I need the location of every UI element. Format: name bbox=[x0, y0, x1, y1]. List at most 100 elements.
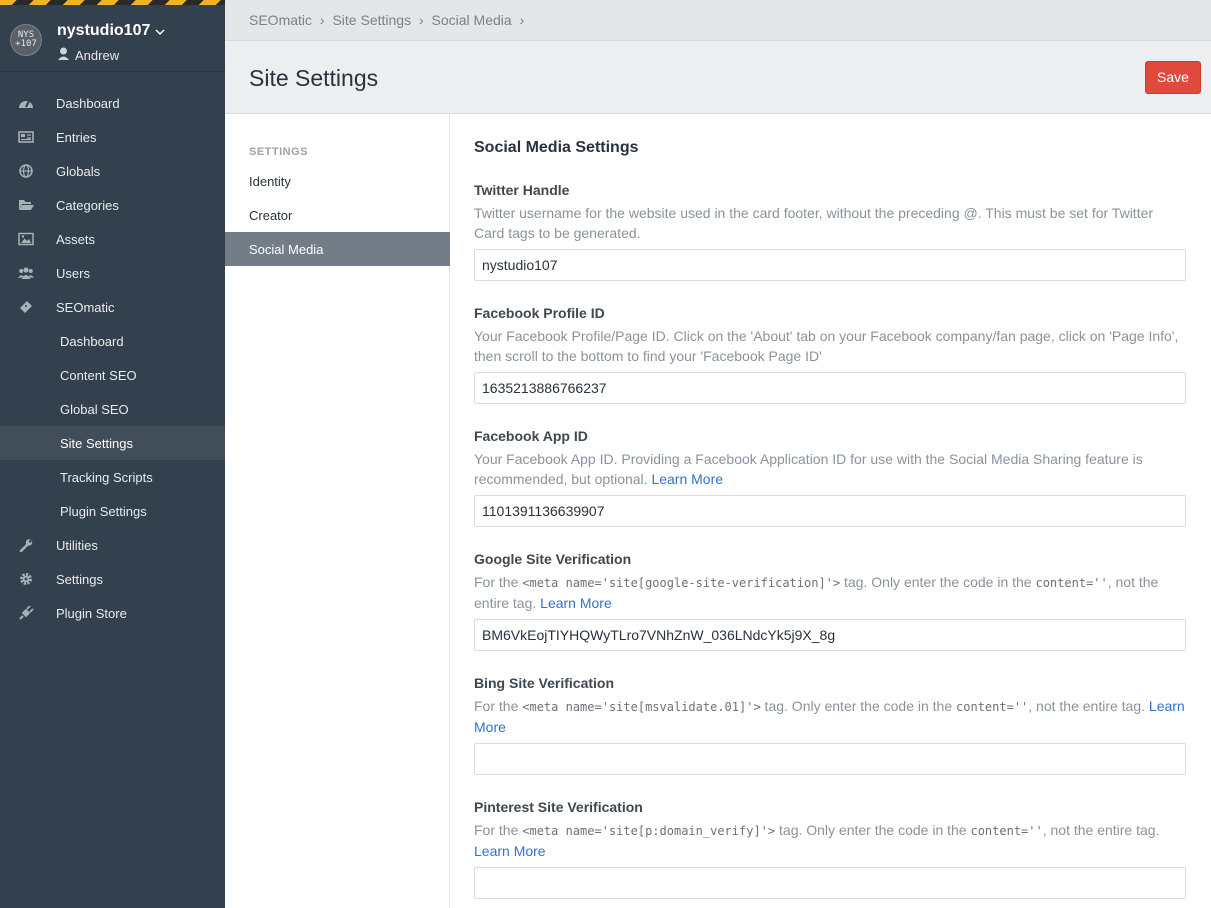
folder-open-icon bbox=[19, 200, 34, 210]
settings-content: Social Media Settings Twitter Handle Twi… bbox=[450, 114, 1211, 908]
nav-subitem-label: Content SEO bbox=[60, 368, 137, 383]
field-description: Your Facebook Profile/Page ID. Click on … bbox=[474, 328, 1179, 364]
field-twitter-handle: Twitter Handle Twitter username for the … bbox=[474, 182, 1186, 281]
plug-icon bbox=[19, 606, 34, 620]
subnav-item-label: Creator bbox=[249, 208, 293, 223]
field-bing-site-verification: Bing Site Verification For the <meta nam… bbox=[474, 675, 1186, 775]
subnav-item-label: Social Media bbox=[249, 242, 324, 257]
breadcrumb-separator: › bbox=[319, 12, 325, 28]
wrench-icon bbox=[19, 539, 33, 552]
facebook-profile-id-input[interactable] bbox=[474, 372, 1186, 404]
nav-item-dashboard[interactable]: Dashboard bbox=[0, 86, 225, 120]
desc-text: For the bbox=[474, 574, 523, 590]
subnav-item-social-media[interactable]: Social Media bbox=[225, 232, 450, 266]
learn-more-link[interactable]: Learn More bbox=[474, 843, 546, 859]
nav-subitem-plugin-settings[interactable]: Plugin Settings bbox=[0, 494, 225, 528]
main-nav: Dashboard Entries Globals Categories Ass… bbox=[0, 86, 225, 630]
page-header: Site Settings Save bbox=[225, 41, 1211, 114]
field-label: Bing Site Verification bbox=[474, 675, 615, 691]
nav-item-users[interactable]: Users bbox=[0, 256, 225, 290]
desc-text: , not the entire tag. bbox=[1028, 698, 1146, 714]
field-facebook-profile-id: Facebook Profile ID Your Facebook Profil… bbox=[474, 305, 1186, 404]
field-label: Pinterest Site Verification bbox=[474, 799, 643, 815]
nav-subitem-site-settings[interactable]: Site Settings bbox=[0, 426, 225, 460]
field-label: Twitter Handle bbox=[474, 182, 570, 198]
field-facebook-app-id: Facebook App ID Your Facebook App ID. Pr… bbox=[474, 428, 1186, 527]
breadcrumb-separator: › bbox=[519, 12, 525, 28]
field-description: For the <meta name='site[msvalidate.01]'… bbox=[474, 696, 1186, 737]
nav-item-plugin-store[interactable]: Plugin Store bbox=[0, 596, 225, 630]
google-site-verification-input[interactable] bbox=[474, 619, 1186, 651]
field-label: Facebook Profile ID bbox=[474, 305, 605, 321]
gear-icon bbox=[20, 573, 32, 585]
field-label: Google Site Verification bbox=[474, 551, 632, 567]
chevron-down-icon[interactable] bbox=[155, 27, 165, 37]
nav-subitem-label: Site Settings bbox=[60, 436, 133, 451]
site-name[interactable]: nystudio107 bbox=[57, 22, 150, 40]
subnav-heading: SETTINGS bbox=[249, 146, 309, 158]
save-button[interactable]: Save bbox=[1145, 61, 1201, 94]
nav-item-entries[interactable]: Entries bbox=[0, 120, 225, 154]
field-google-site-verification: Google Site Verification For the <meta n… bbox=[474, 551, 1186, 651]
breadcrumb-seomatic[interactable]: SEOmatic bbox=[249, 12, 312, 28]
nav-subitem-seomatic-dashboard[interactable]: Dashboard bbox=[0, 324, 225, 358]
desc-text: For the bbox=[474, 698, 523, 714]
user-icon bbox=[58, 47, 69, 60]
desc-code: content='' bbox=[970, 824, 1043, 838]
nav-item-label: Categories bbox=[56, 198, 119, 213]
nav-item-label: SEOmatic bbox=[56, 300, 115, 315]
nav-item-assets[interactable]: Assets bbox=[0, 222, 225, 256]
nav-subitem-content-seo[interactable]: Content SEO bbox=[0, 358, 225, 392]
field-label: Facebook App ID bbox=[474, 428, 588, 444]
newspaper-icon bbox=[18, 131, 34, 143]
field-description: Twitter username for the website used in… bbox=[474, 205, 1154, 241]
learn-more-link[interactable]: Learn More bbox=[651, 471, 723, 487]
desc-text: , not the entire tag. bbox=[1042, 822, 1160, 838]
image-icon bbox=[18, 232, 34, 246]
nav-subitem-label: Plugin Settings bbox=[60, 504, 147, 519]
desc-code: <meta name='site[google-site-verificatio… bbox=[522, 576, 841, 590]
nav-item-label: Utilities bbox=[56, 538, 98, 553]
nav-item-utilities[interactable]: Utilities bbox=[0, 528, 225, 562]
desc-text: tag. Only enter the code in the bbox=[775, 822, 971, 838]
nav-item-globals[interactable]: Globals bbox=[0, 154, 225, 188]
twitter-handle-input[interactable] bbox=[474, 249, 1186, 281]
user-name[interactable]: Andrew bbox=[75, 48, 119, 63]
desc-text: tag. Only enter the code in the bbox=[760, 698, 957, 714]
breadcrumb-bar: SEOmatic › Site Settings › Social Media … bbox=[225, 0, 1211, 41]
field-description: Your Facebook App ID. Providing a Facebo… bbox=[474, 449, 1186, 489]
nav-subitem-label: Tracking Scripts bbox=[60, 470, 153, 485]
breadcrumb-social-media[interactable]: Social Media bbox=[432, 12, 512, 28]
nav-item-label: Dashboard bbox=[56, 96, 120, 111]
subnav-item-identity[interactable]: Identity bbox=[225, 164, 450, 198]
breadcrumb-site-settings[interactable]: Site Settings bbox=[332, 12, 411, 28]
globe-icon bbox=[19, 164, 33, 178]
nav-subitem-global-seo[interactable]: Global SEO bbox=[0, 392, 225, 426]
nav-item-label: Users bbox=[56, 266, 90, 281]
users-icon bbox=[18, 267, 34, 279]
subnav-item-creator[interactable]: Creator bbox=[225, 198, 450, 232]
nav-item-label: Entries bbox=[56, 130, 97, 145]
dashboard-gauge-icon bbox=[19, 100, 33, 108]
nav-item-settings[interactable]: Settings bbox=[0, 562, 225, 596]
bing-site-verification-input[interactable] bbox=[474, 743, 1186, 775]
field-pinterest-site-verification: Pinterest Site Verification For the <met… bbox=[474, 799, 1186, 899]
nav-item-label: Settings bbox=[56, 572, 103, 587]
section-title: Social Media Settings bbox=[474, 139, 639, 156]
nav-item-seomatic[interactable]: SEOmatic bbox=[0, 290, 225, 324]
ticket-icon bbox=[20, 301, 32, 313]
breadcrumb: SEOmatic › Site Settings › Social Media … bbox=[249, 12, 528, 28]
nav-subitem-tracking-scripts[interactable]: Tracking Scripts bbox=[0, 460, 225, 494]
sidebar: NYS +107 nystudio107 Andrew Dashboard Ent… bbox=[0, 0, 225, 908]
nav-item-categories[interactable]: Categories bbox=[0, 188, 225, 222]
breadcrumb-separator: › bbox=[418, 12, 424, 28]
desc-text: For the bbox=[474, 822, 523, 838]
learn-more-link[interactable]: Learn More bbox=[540, 595, 612, 611]
pinterest-site-verification-input[interactable] bbox=[474, 867, 1186, 899]
site-header: NYS +107 nystudio107 Andrew bbox=[0, 5, 225, 72]
desc-code: <meta name='site[p:domain_verify]'> bbox=[522, 824, 776, 838]
page-title: Site Settings bbox=[249, 65, 379, 91]
facebook-app-id-input[interactable] bbox=[474, 495, 1186, 527]
subnav-item-label: Identity bbox=[249, 174, 291, 189]
site-logo: NYS +107 bbox=[10, 24, 42, 56]
